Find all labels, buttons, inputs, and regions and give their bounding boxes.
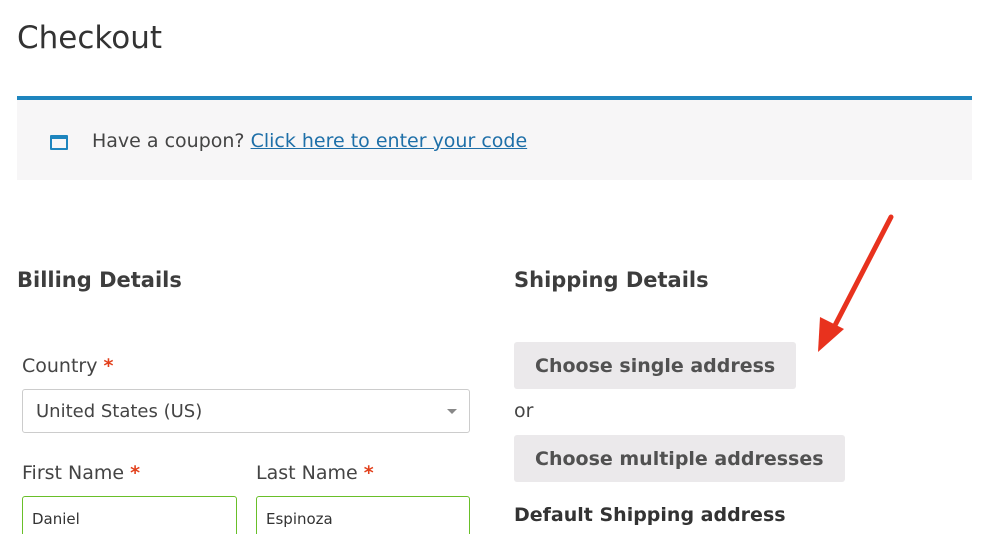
billing-details-heading: Billing Details — [17, 268, 182, 292]
required-marker: * — [130, 462, 141, 484]
caret-down-icon — [447, 409, 457, 414]
coupon-notice: Have a coupon? Click here to enter your … — [17, 96, 972, 180]
or-separator: or — [514, 400, 534, 422]
choose-multiple-addresses-button[interactable]: Choose multiple addresses — [514, 435, 845, 482]
checkout-page: Checkout Have a coupon? Click here to en… — [0, 0, 1000, 534]
arrow-icon — [818, 214, 894, 352]
coupon-notice-message: Have a coupon? Click here to enter your … — [92, 130, 527, 152]
country-select-value: United States (US) — [36, 401, 203, 422]
required-marker: * — [363, 462, 374, 484]
first-name-label-text: First Name — [22, 462, 125, 484]
country-label: Country * — [22, 355, 113, 377]
window-icon — [50, 135, 68, 150]
first-name-label: First Name * — [22, 462, 140, 484]
first-name-field[interactable] — [22, 496, 237, 534]
page-title: Checkout — [17, 20, 163, 56]
last-name-label-text: Last Name — [256, 462, 358, 484]
country-select[interactable]: United States (US) — [22, 389, 470, 433]
last-name-label: Last Name * — [256, 462, 374, 484]
country-label-text: Country — [22, 355, 98, 377]
choose-single-address-button[interactable]: Choose single address — [514, 342, 797, 389]
shipping-details-heading: Shipping Details — [514, 268, 709, 292]
enter-coupon-link[interactable]: Click here to enter your code — [251, 130, 528, 152]
required-marker: * — [103, 355, 114, 377]
last-name-field[interactable] — [256, 496, 470, 534]
coupon-notice-text: Have a coupon? — [92, 130, 245, 152]
default-shipping-address-heading: Default Shipping address — [514, 504, 786, 526]
